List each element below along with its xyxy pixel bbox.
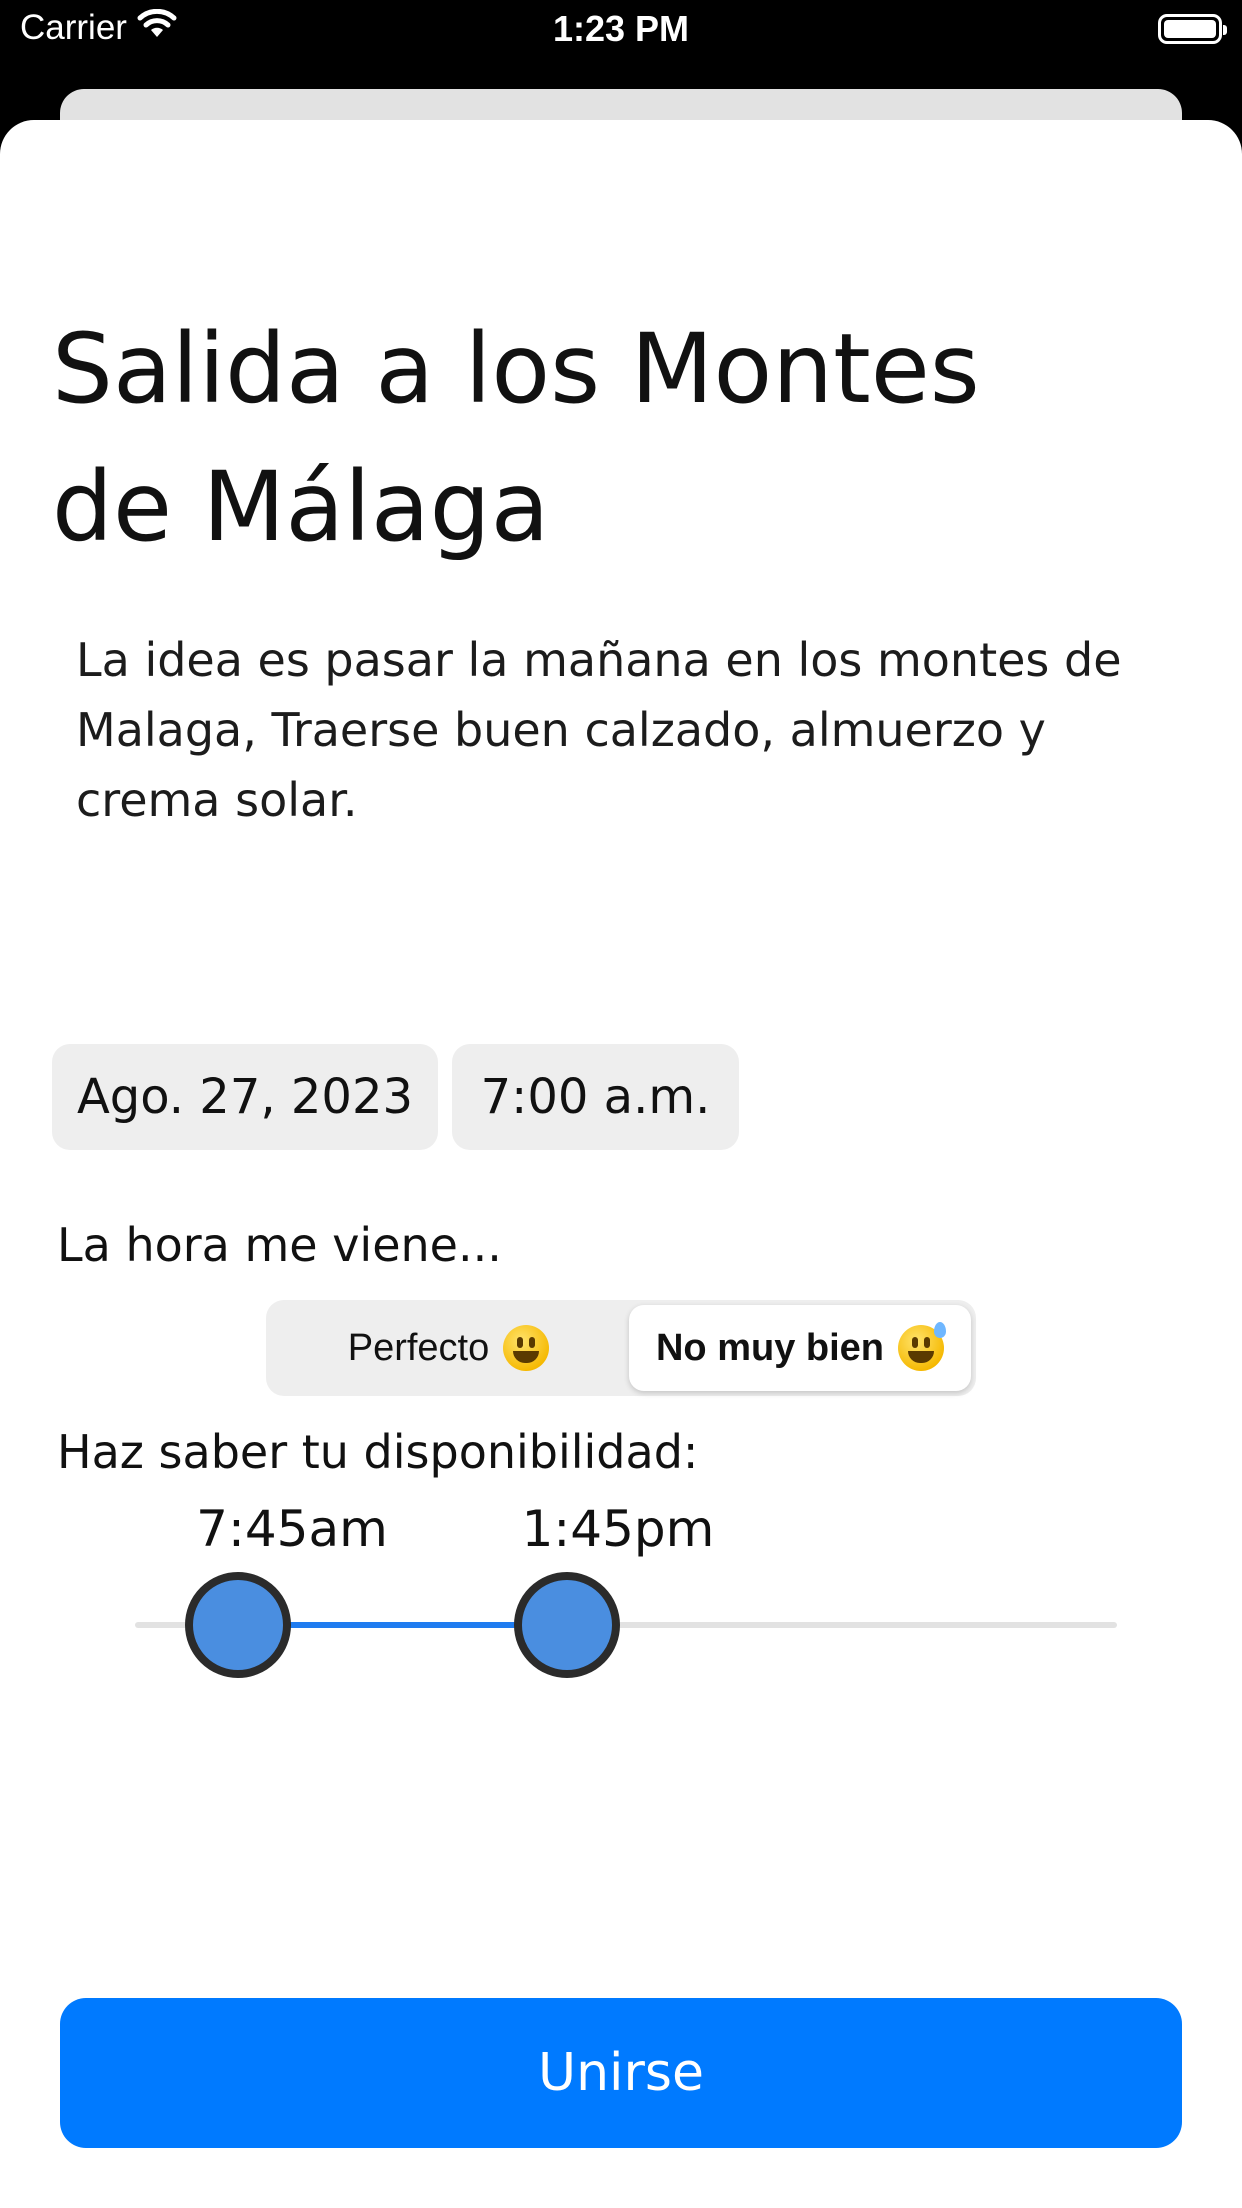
- segment-perfecto[interactable]: Perfecto: [271, 1305, 626, 1391]
- join-button[interactable]: Unirse: [60, 1998, 1182, 2148]
- slider-high-label: 1:45pm: [521, 1500, 715, 1558]
- segment-no-muy-bien[interactable]: No muy bien: [629, 1305, 971, 1391]
- segment-no-muy-bien-label: No muy bien: [655, 1326, 885, 1369]
- time-value: 7:00 a.m.: [480, 1069, 711, 1125]
- segment-perfecto-label: Perfecto: [347, 1326, 490, 1369]
- time-picker-button[interactable]: 7:00 a.m.: [452, 1044, 739, 1150]
- grinning-face-sweat-emoji-icon: [898, 1322, 947, 1371]
- availability-label: Haz saber tu disponibilidad:: [57, 1425, 699, 1479]
- date-value: Ago. 27, 2023: [76, 1069, 414, 1125]
- time-feedback-label: La hora me viene...: [57, 1218, 502, 1272]
- event-title: Salida a los Montes de Málaga: [52, 313, 980, 563]
- slider-high-thumb[interactable]: [514, 1572, 621, 1678]
- event-description: La idea es pasar la mañana en los montes…: [76, 633, 1122, 827]
- battery-icon: [1158, 14, 1227, 44]
- status-time: 1:23 PM: [552, 8, 690, 49]
- slider-low-label: 7:45am: [196, 1500, 388, 1558]
- availability-range-slider[interactable]: 7:45am 1:45pm: [0, 1500, 1242, 1678]
- grinning-face-emoji-icon: [503, 1325, 550, 1371]
- slider-low-thumb[interactable]: [185, 1572, 292, 1678]
- status-bar: Carrier 1:23 PM: [0, 0, 1242, 62]
- join-button-label: Unirse: [538, 2043, 704, 2103]
- date-picker-button[interactable]: Ago. 27, 2023: [52, 1044, 438, 1150]
- time-feedback-segmented-control: Perfecto No muy bien: [266, 1300, 976, 1396]
